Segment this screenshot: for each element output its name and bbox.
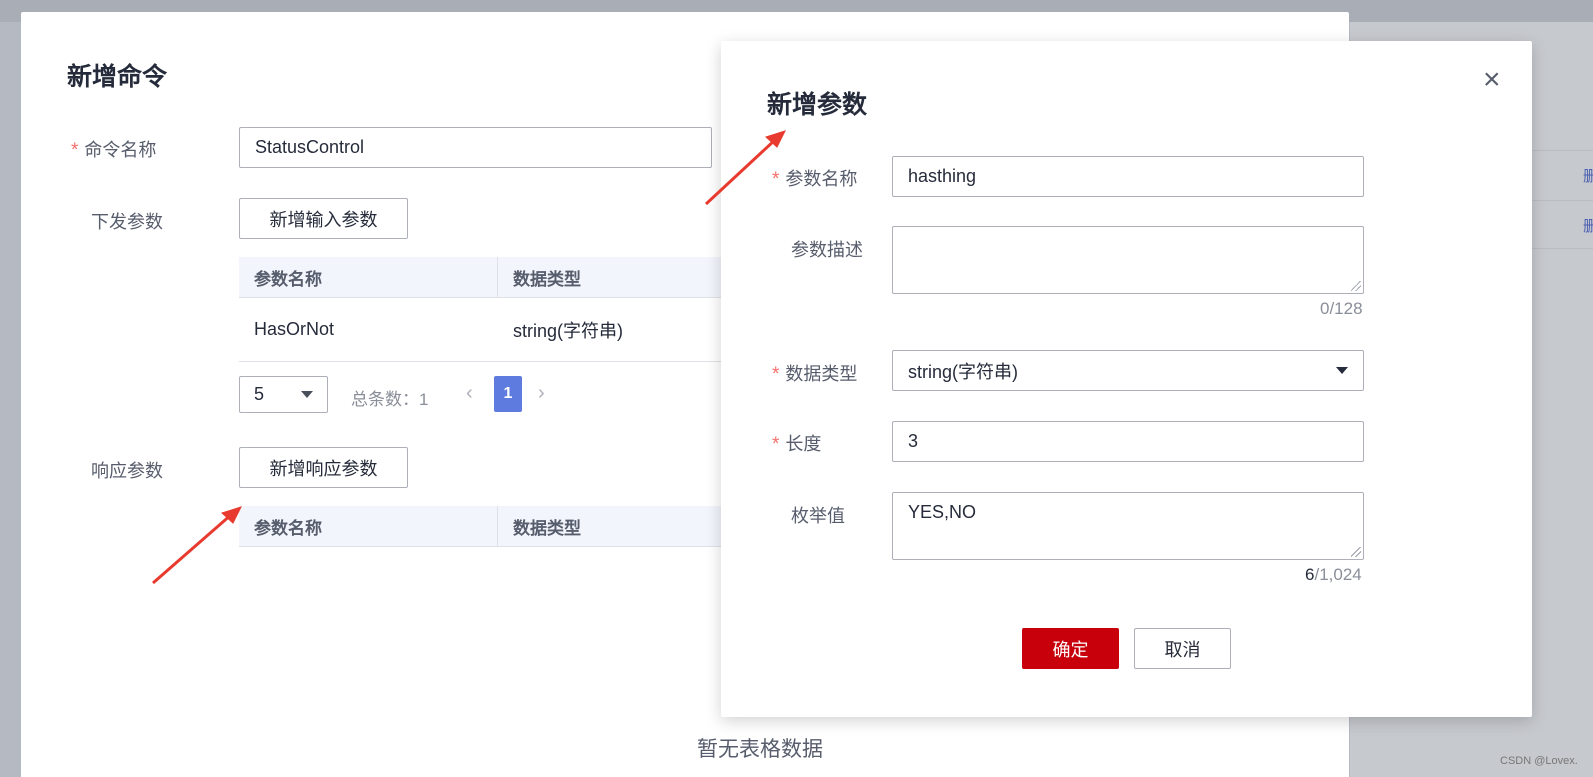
- watermark: CSDN @Lovex.: [1500, 755, 1578, 767]
- annotation-arrow-right: [704, 130, 786, 206]
- annotation-arrow-left: [152, 506, 242, 585]
- annotation-arrows: [152, 130, 786, 585]
